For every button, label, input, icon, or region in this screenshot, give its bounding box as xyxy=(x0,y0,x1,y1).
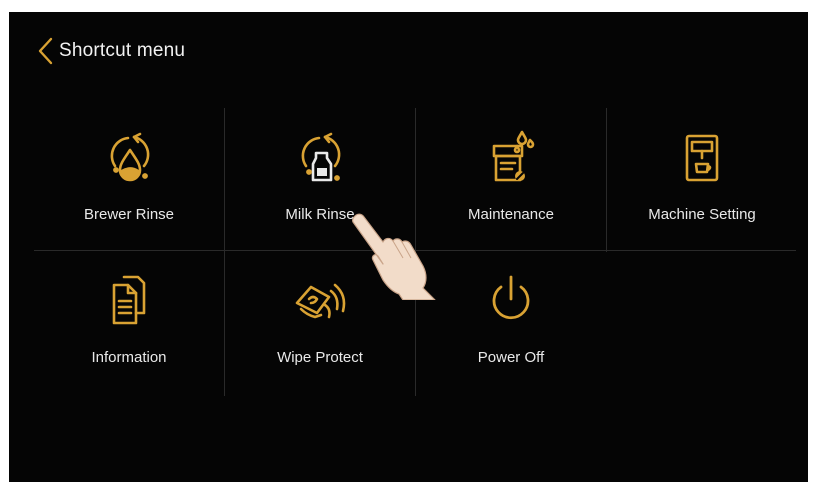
milk-rinse-icon xyxy=(291,126,349,188)
power-off-button[interactable]: Power Off xyxy=(416,251,606,395)
machine-setting-button[interactable]: Machine Setting xyxy=(607,108,797,252)
brewer-rinse-icon xyxy=(100,126,158,188)
maintenance-icon xyxy=(482,126,540,188)
pointing-hand-icon xyxy=(349,208,439,301)
information-icon xyxy=(100,269,158,331)
tile-label: Information xyxy=(91,349,167,366)
tile-label: Brewer Rinse xyxy=(83,206,175,223)
tile-label: Wipe Protect xyxy=(277,349,363,366)
header: Shortcut menu xyxy=(9,12,808,90)
chevron-left-icon xyxy=(38,37,53,65)
screen: Shortcut menu Brewer Rinse Milk Rinse Ma… xyxy=(9,12,808,482)
information-button[interactable]: Information xyxy=(34,251,224,395)
maintenance-button[interactable]: Maintenance xyxy=(416,108,606,252)
power-off-icon xyxy=(482,269,540,331)
back-button[interactable] xyxy=(33,36,59,66)
tile-label: Maintenance xyxy=(468,206,554,223)
brewer-rinse-button[interactable]: Brewer Rinse xyxy=(34,108,224,252)
tile-label: Machine Setting xyxy=(648,206,756,223)
machine-setting-icon xyxy=(673,126,731,188)
tile-label: Power Off xyxy=(477,349,545,366)
page-title: Shortcut menu xyxy=(59,40,186,61)
wipe-protect-icon xyxy=(291,269,349,331)
